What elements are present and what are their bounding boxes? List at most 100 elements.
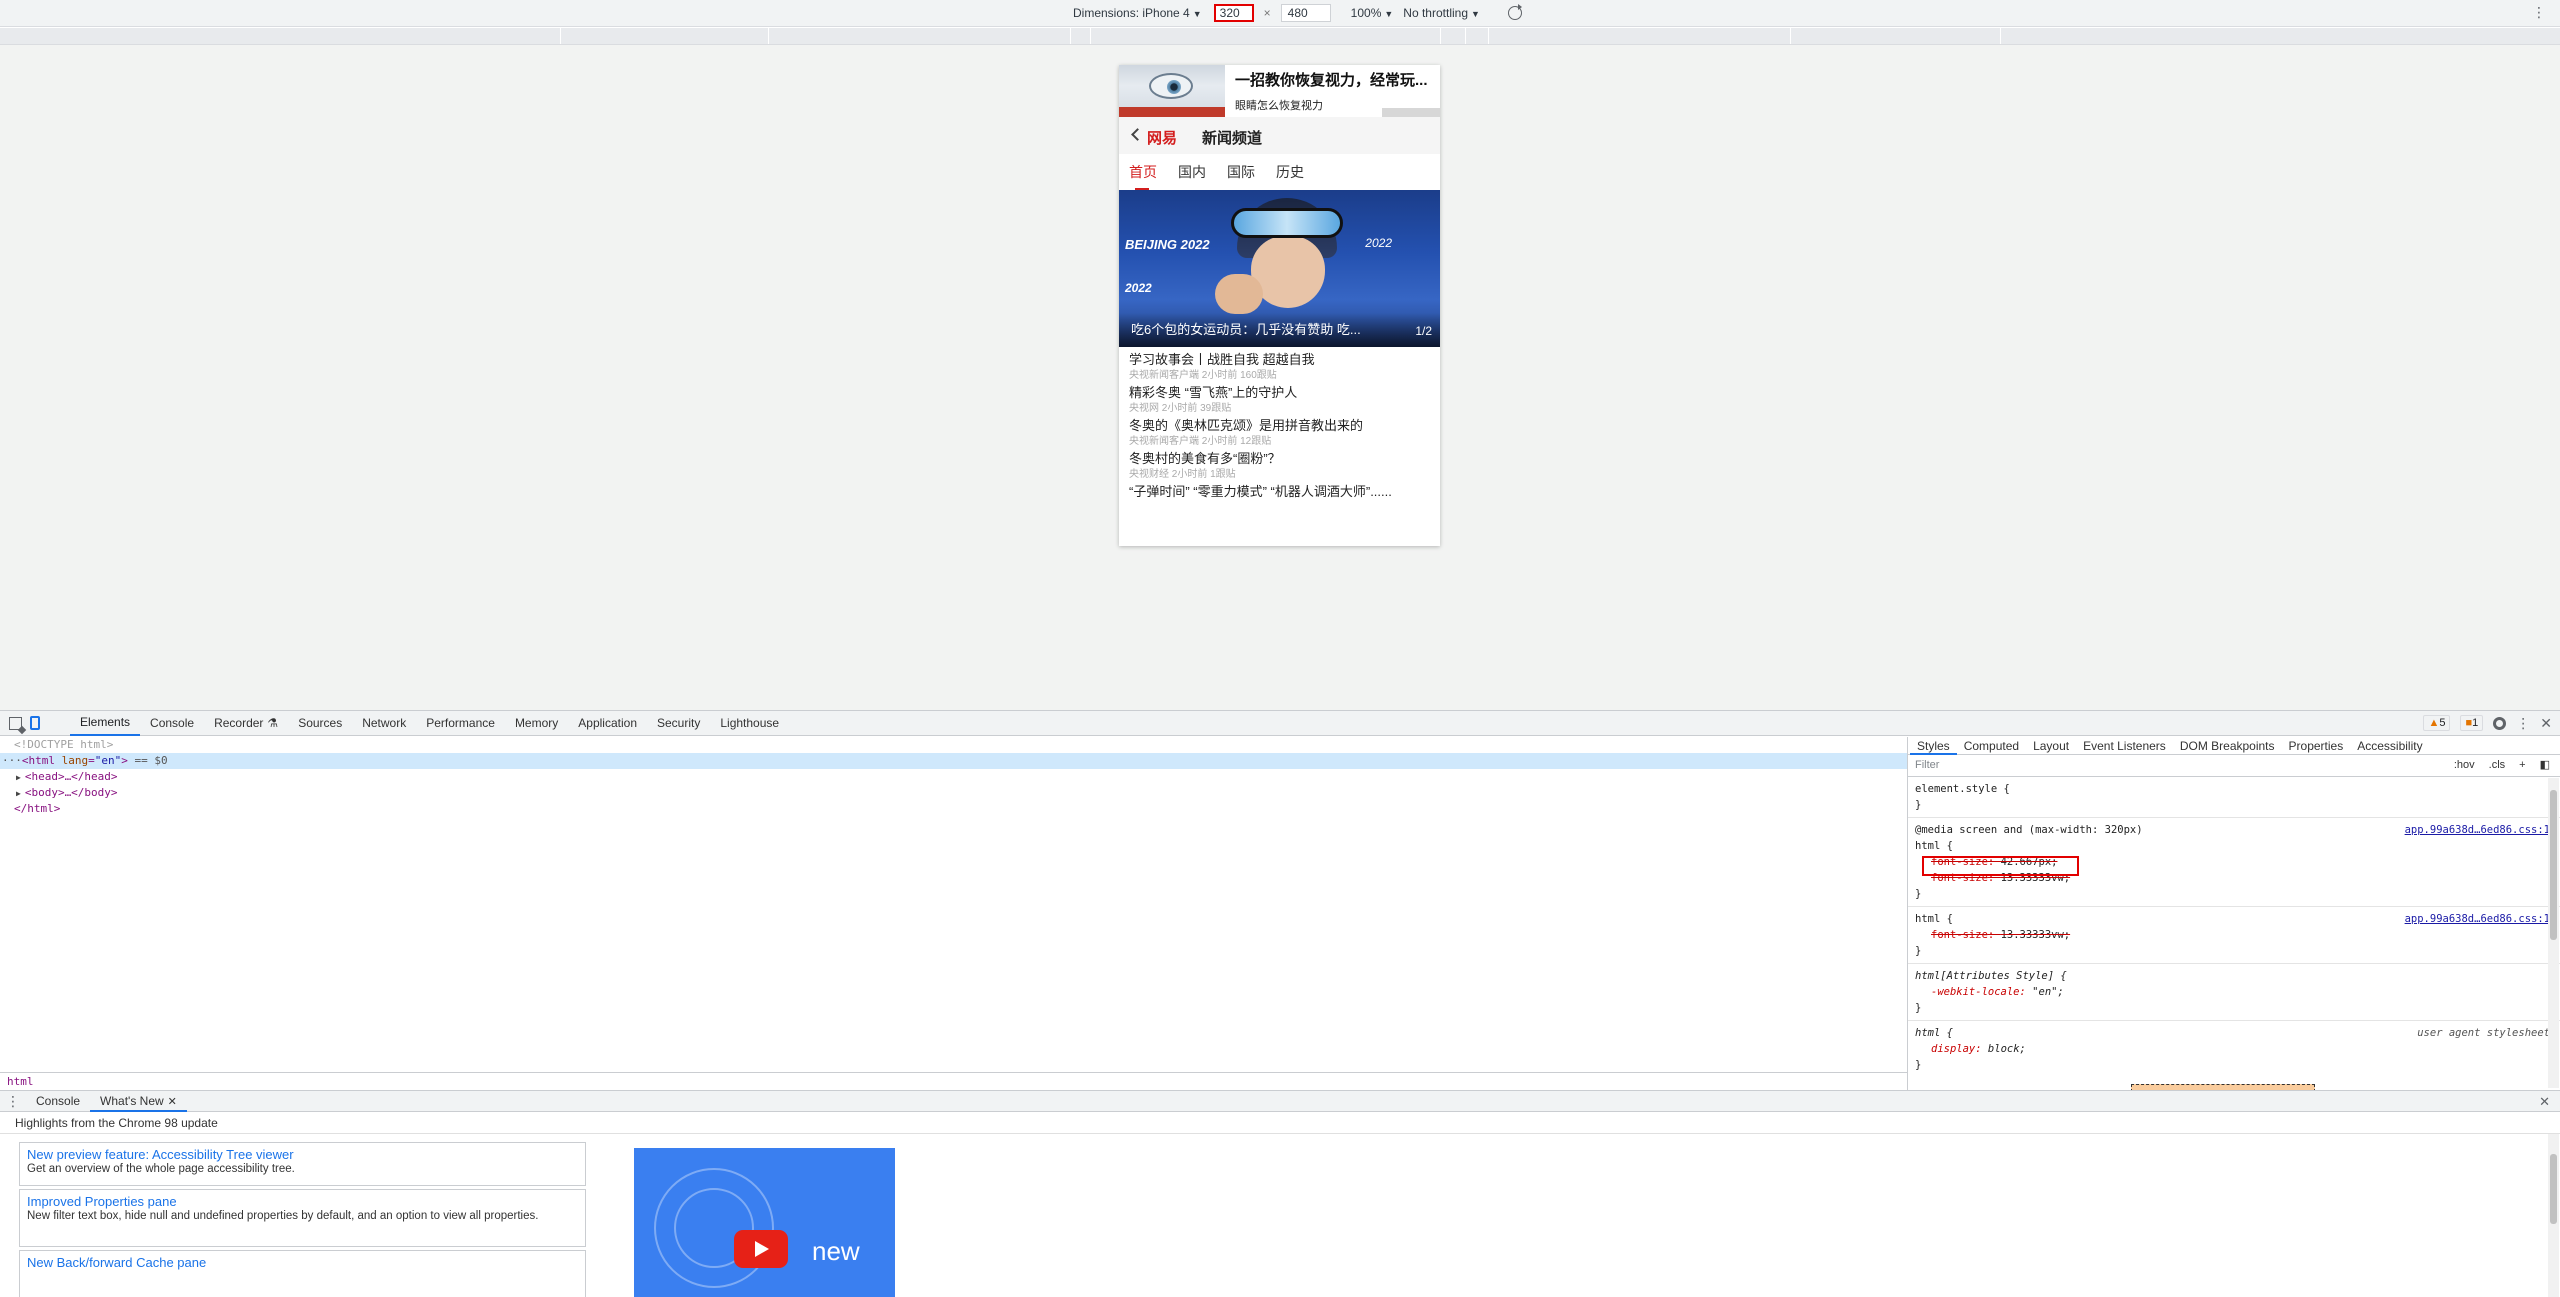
feature-link[interactable]: New Back/forward Cache pane [27,1254,578,1271]
site-logo[interactable]: 网易 [1147,127,1177,148]
tab-international[interactable]: 国际 [1227,162,1255,182]
news-title[interactable]: 冬奥村的美食有多“圈粉”？ [1129,450,1430,468]
media-query-marker[interactable] [1465,28,1466,44]
tab-accessibility[interactable]: Accessibility [2350,737,2429,755]
add-rule-icon[interactable]: + [2519,755,2525,776]
whats-new-scrollbar[interactable] [2548,1134,2559,1297]
media-query-marker[interactable] [1070,28,1071,44]
styles-filter-input[interactable]: Filter :hov .cls + ◧ [1908,755,2560,777]
tab-application[interactable]: Application [568,711,647,736]
news-title[interactable]: “子弹时间” “零重力模式” “机器人调酒大师”...... [1129,483,1430,501]
list-item[interactable]: 学习故事会丨战胜自我 超越自我 央视新闻客户端 2小时前 160跟贴 [1129,351,1430,382]
feature-card[interactable]: New preview feature: Accessibility Tree … [19,1142,586,1186]
expand-triangle-icon[interactable]: ▶ [16,773,21,782]
throttling-selector[interactable]: No throttling ▼ [1403,6,1480,20]
scrollbar-thumb[interactable] [2550,1154,2557,1224]
list-item[interactable]: “子弹时间” “零重力模式” “机器人调酒大师”...... [1129,483,1430,501]
play-icon[interactable] [734,1230,788,1268]
dom-line-selected[interactable]: ···<html lang="en"> == $0 [0,753,1907,769]
close-tab-icon[interactable]: ✕ [168,1096,177,1108]
source-link[interactable]: app.99a638d…6ed86.css:1 [2405,822,2550,838]
media-query-bar[interactable] [0,28,2560,45]
scrollbar-thumb[interactable] [2550,790,2557,940]
drawer-tab-whats-new[interactable]: What's New ✕ [90,1091,187,1112]
tab-elements[interactable]: Elements [70,711,141,736]
media-query-marker[interactable] [2000,28,2001,44]
source-link[interactable]: app.99a638d…6ed86.css:1 [2405,911,2550,927]
device-selector[interactable]: Dimensions: iPhone 4 ▼ [1073,6,1202,20]
more-options-icon[interactable]: ⋮ [2532,4,2546,20]
media-query-marker[interactable] [1790,28,1791,44]
zoom-selector[interactable]: 100% ▼ [1351,6,1394,20]
tab-memory[interactable]: Memory [505,711,568,736]
tab-sources[interactable]: Sources [288,711,352,736]
feature-card[interactable]: Improved Properties pane New filter text… [19,1189,586,1247]
issues-badge[interactable]: ■1 [2460,715,2484,731]
drawer-tab-console[interactable]: Console [26,1091,90,1112]
hero-caption[interactable]: 吃6个包的女运动员：几乎没有赞助 吃... [1131,319,1389,338]
news-title[interactable]: 学习故事会丨战胜自我 超越自我 [1129,351,1430,369]
list-item[interactable]: 冬奥的《奥林匹克颂》是用拼音教出来的 央视新闻客户端 2小时前 12跟贴 [1129,417,1430,448]
ad-banner[interactable]: 一招教你恢复视力，经常玩... 眼睛怎么恢复视力 [1119,65,1440,117]
tab-home[interactable]: 首页 [1129,162,1157,191]
media-query-marker[interactable] [1488,28,1489,44]
css-rule-html[interactable]: html { app.99a638d…6ed86.css:1 font-size… [1908,907,2560,964]
breadcrumb[interactable]: html [0,1072,1907,1090]
gear-icon[interactable] [2493,716,2507,730]
feature-card[interactable]: New Back/forward Cache pane [19,1250,586,1297]
feature-link[interactable]: Improved Properties pane [27,1193,578,1210]
news-title[interactable]: 冬奥的《奥林匹克颂》是用拼音教出来的 [1129,417,1430,435]
more-options-icon[interactable]: ⋮ [2516,716,2530,730]
drawer-menu-icon[interactable]: ⋮ [0,1093,26,1110]
tab-domestic[interactable]: 国内 [1178,162,1206,182]
width-input[interactable]: 320 [1213,4,1254,22]
css-declaration[interactable]: -webkit-locale: "en"; [1915,984,2553,1000]
tab-properties[interactable]: Properties [2282,737,2351,755]
feature-link[interactable]: New preview feature: Accessibility Tree … [27,1146,578,1163]
list-item[interactable]: 精彩冬奥 “雪飞燕”上的守护人 央视网 2小时前 39跟贴 [1129,384,1430,415]
cls-toggle[interactable]: .cls [2489,755,2506,776]
hov-toggle[interactable]: :hov [2454,755,2475,776]
list-item[interactable]: 冬奥村的美食有多“圈粉”？ 央视财经 2小时前 1跟贴 [1129,450,1430,481]
hero-carousel[interactable]: BEIJING 2022 2022 2022 吃6个包的女运动员：几乎没有赞助 … [1119,190,1440,347]
sidebar-toggle-icon[interactable]: ◧ [2540,755,2550,776]
rotate-icon[interactable] [1507,4,1522,20]
tab-performance[interactable]: Performance [416,711,505,736]
dom-line[interactable]: ▶ <body>…</body> [0,785,1907,801]
tab-dom-breakpoints[interactable]: DOM Breakpoints [2173,737,2282,755]
news-title[interactable]: 精彩冬奥 “雪飞燕”上的守护人 [1129,384,1430,402]
styles-scrollbar[interactable] [2548,778,2559,1088]
tab-network[interactable]: Network [352,711,416,736]
media-query-marker[interactable] [1090,28,1091,44]
media-query-marker[interactable] [768,28,769,44]
close-icon[interactable]: ✕ [2540,716,2552,730]
warnings-badge[interactable]: ▲5 [2423,715,2451,731]
device-toolbar-toggle-icon[interactable] [30,716,40,730]
css-rule-element-style[interactable]: element.style { } [1908,777,2560,818]
tab-computed[interactable]: Computed [1957,737,2026,755]
css-rule-attributes-style[interactable]: html[Attributes Style] { -webkit-locale:… [1908,964,2560,1021]
tab-event-listeners[interactable]: Event Listeners [2076,737,2173,755]
css-rule-media[interactable]: @media screen and (max-width: 320px) htm… [1908,818,2560,907]
tab-layout[interactable]: Layout [2026,737,2076,755]
inspect-element-icon[interactable] [9,716,22,730]
media-query-marker[interactable] [560,28,561,44]
close-drawer-icon[interactable]: ✕ [2539,1094,2550,1110]
dom-line[interactable]: ▶ <head>…</head> [0,769,1907,785]
css-declaration[interactable]: display: block; [1915,1041,2553,1057]
tab-history[interactable]: 历史 [1276,162,1304,182]
tab-styles[interactable]: Styles [1910,737,1957,755]
expand-triangle-icon[interactable]: ▶ [16,789,21,798]
tab-console[interactable]: Console [140,711,204,736]
media-query-marker[interactable] [1440,28,1441,44]
dom-line[interactable]: <!DOCTYPE html> [0,737,1907,753]
css-rule-user-agent[interactable]: html { user agent stylesheet display: bl… [1908,1021,2560,1077]
tab-lighthouse[interactable]: Lighthouse [710,711,789,736]
tab-recorder[interactable]: Recorder ⚗ [204,711,288,736]
back-arrow-icon[interactable] [1131,128,1144,141]
dom-line[interactable]: </html> [0,801,1907,817]
css-declaration[interactable]: font-size: 13.33333vw; [1915,927,2553,943]
breadcrumb-item[interactable]: html [7,1075,34,1088]
tab-security[interactable]: Security [647,711,710,736]
height-input[interactable]: 480 [1280,4,1331,22]
